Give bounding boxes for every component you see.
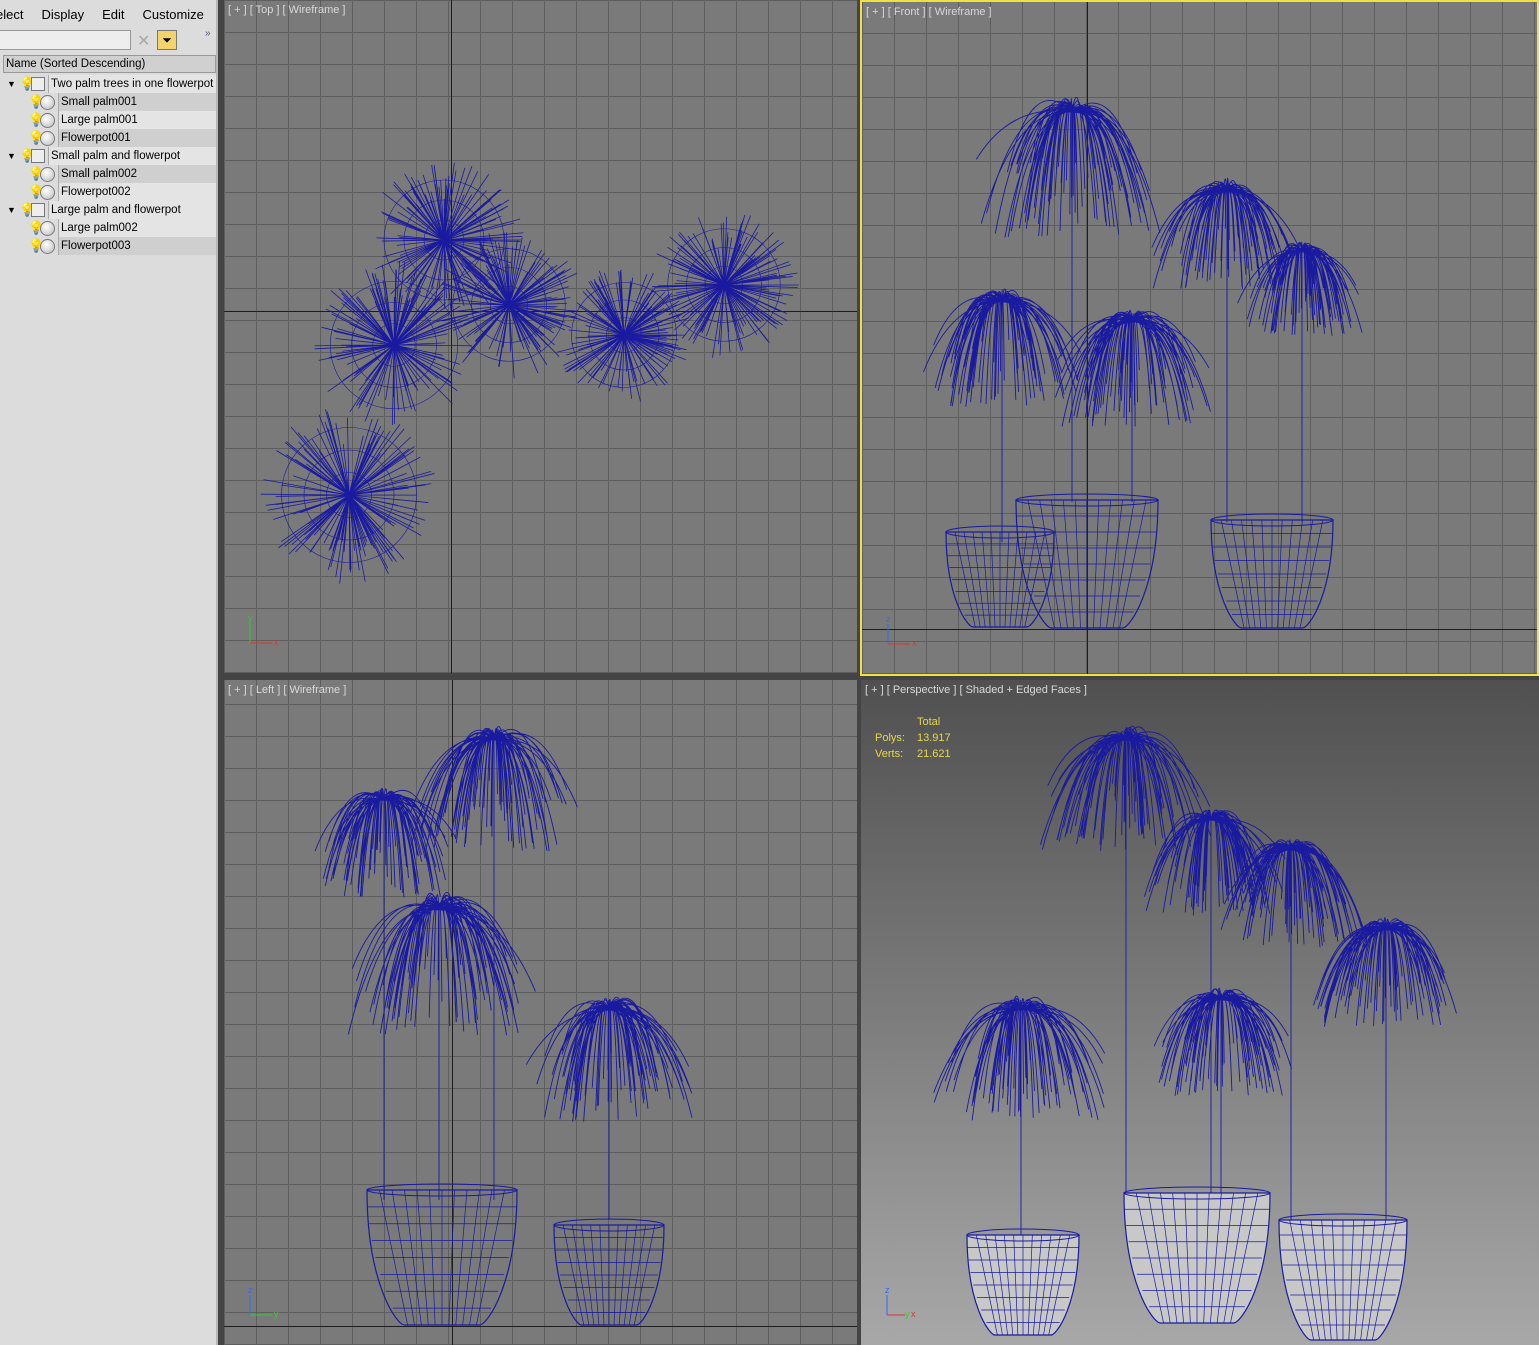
object-sphere-icon (40, 166, 55, 182)
scene-tree: ▼ 💡 Two palm trees in one flowerpot 💡 Small … (0, 75, 216, 255)
tree-item-label[interactable]: Small palm002 (58, 165, 216, 183)
group-icon (31, 149, 45, 163)
scene-perspective-shaded (933, 725, 1457, 1341)
svg-text:z: z (885, 1285, 890, 1295)
tree-item-label[interactable]: Large palm002 (58, 219, 216, 237)
tree-item[interactable]: 💡 Small palm001 (0, 93, 216, 111)
menu-customize[interactable]: Customize (134, 7, 213, 22)
tree-item-label[interactable]: Large palm and flowerpot (48, 201, 216, 219)
tree-item-label[interactable]: Large palm001 (58, 111, 216, 129)
lightbulb-icon[interactable]: 💡 (28, 167, 44, 181)
tree-item[interactable]: 💡 Flowerpot001 (0, 129, 216, 147)
group-icon (31, 203, 45, 217)
lightbulb-icon[interactable]: 💡 (28, 131, 44, 145)
svg-text:x: x (274, 637, 279, 647)
lightbulb-icon[interactable]: 💡 (28, 113, 44, 127)
tree-item-label[interactable]: Small palm and flowerpot (48, 147, 216, 165)
column-header-name[interactable]: Name (Sorted Descending) (3, 55, 216, 73)
viewport-left[interactable]: [ + ] [ Left ] [ Wireframe ] zy (224, 680, 857, 1345)
tree-item-label[interactable]: Flowerpot002 (58, 183, 216, 201)
svg-text:y: y (274, 1309, 279, 1319)
viewport-label[interactable]: [ + ] [ Perspective ] [ Shaded + Edged F… (865, 684, 1087, 696)
expand-triangle-icon[interactable]: ▼ (7, 79, 17, 89)
tree-item[interactable]: 💡 Small palm002 (0, 165, 216, 183)
viewport-label[interactable]: [ + ] [ Left ] [ Wireframe ] (228, 684, 346, 696)
scene-left-wireframe (314, 726, 693, 1326)
viewport-front[interactable]: [ + ] [ Front ] [ Wireframe ] zx (860, 0, 1539, 676)
menu-bar: elect Display Edit Customize (0, 0, 216, 28)
tree-item-label[interactable]: Flowerpot001 (58, 129, 216, 147)
object-sphere-icon (40, 112, 55, 128)
close-x-icon[interactable]: ✕ (137, 31, 150, 51)
tree-group[interactable]: ▼ 💡 Small palm and flowerpot (0, 147, 216, 165)
lightbulb-icon[interactable]: 💡 (19, 203, 35, 217)
tree-item[interactable]: 💡 Flowerpot003 (0, 237, 216, 255)
viewport-label[interactable]: [ + ] [ Top ] [ Wireframe ] (228, 4, 345, 16)
scene-front-wireframe (922, 97, 1363, 629)
lightbulb-icon[interactable]: 💡 (19, 77, 35, 91)
tree-item[interactable]: 💡 Large palm002 (0, 219, 216, 237)
axis-gizmo-icon: yx (246, 613, 280, 647)
lightbulb-icon[interactable]: 💡 (28, 221, 44, 235)
search-input[interactable] (0, 30, 131, 50)
stats-header: Total (917, 716, 941, 728)
tree-item-label[interactable]: Small palm001 (58, 93, 216, 111)
polys-value: 13.917 (917, 732, 951, 744)
tree-item[interactable]: 💡 Large palm001 (0, 111, 216, 129)
menu-display[interactable]: Display (32, 7, 93, 22)
tree-item-label[interactable]: Flowerpot003 (58, 237, 216, 255)
lightbulb-icon[interactable]: 💡 (28, 239, 44, 253)
object-sphere-icon (40, 130, 55, 146)
svg-text:z: z (886, 614, 891, 624)
group-icon (31, 77, 45, 91)
viewport-label[interactable]: [ + ] [ Front ] [ Wireframe ] (866, 6, 992, 18)
viewport-top[interactable]: [ + ] [ Top ] [ Wireframe ] yx (224, 0, 857, 673)
polys-label: Polys: (875, 732, 905, 744)
svg-text:y: y (248, 613, 253, 623)
svg-text:x: x (911, 1309, 916, 1319)
object-sphere-icon (40, 238, 55, 254)
lightbulb-icon[interactable]: 💡 (28, 95, 44, 109)
expand-triangle-icon[interactable]: ▼ (7, 205, 17, 215)
svg-text:x: x (912, 638, 917, 648)
filter-icon[interactable]: ⏷ (157, 30, 177, 50)
scene-top-wireframe (260, 162, 799, 584)
tree-group[interactable]: ▼ 💡 Two palm trees in one flowerpot (0, 75, 216, 93)
object-sphere-icon (40, 184, 55, 200)
lightbulb-icon[interactable]: 💡 (28, 185, 44, 199)
verts-label: Verts: (875, 748, 904, 760)
tree-item-label[interactable]: Two palm trees in one flowerpot (48, 75, 216, 93)
axis-gizmo-icon: zx (884, 614, 918, 648)
object-sphere-icon (40, 220, 55, 236)
viewport-perspective[interactable]: [ + ] [ Perspective ] [ Shaded + Edged F… (861, 680, 1539, 1345)
tree-item[interactable]: 💡 Flowerpot002 (0, 183, 216, 201)
scene-explorer: elect Display Edit Customize ✕ ⏷ » Name … (0, 0, 218, 1345)
menu-edit[interactable]: Edit (93, 7, 133, 22)
object-sphere-icon (40, 94, 55, 110)
expand-triangle-icon[interactable]: ▼ (7, 151, 17, 161)
more-button[interactable]: » (205, 28, 211, 39)
svg-text:z: z (248, 1285, 253, 1295)
svg-text:y: y (905, 1309, 910, 1319)
tree-group[interactable]: ▼ 💡 Large palm and flowerpot (0, 201, 216, 219)
lightbulb-icon[interactable]: 💡 (19, 149, 35, 163)
menu-select[interactable]: elect (0, 7, 32, 22)
stats-overlay: Total Polys: 13.917 Verts: 21.621 (875, 714, 951, 762)
verts-value: 21.621 (917, 748, 951, 760)
axis-gizmo-icon: zy (246, 1285, 280, 1319)
axis-gizmo-icon: z yx (883, 1285, 917, 1319)
